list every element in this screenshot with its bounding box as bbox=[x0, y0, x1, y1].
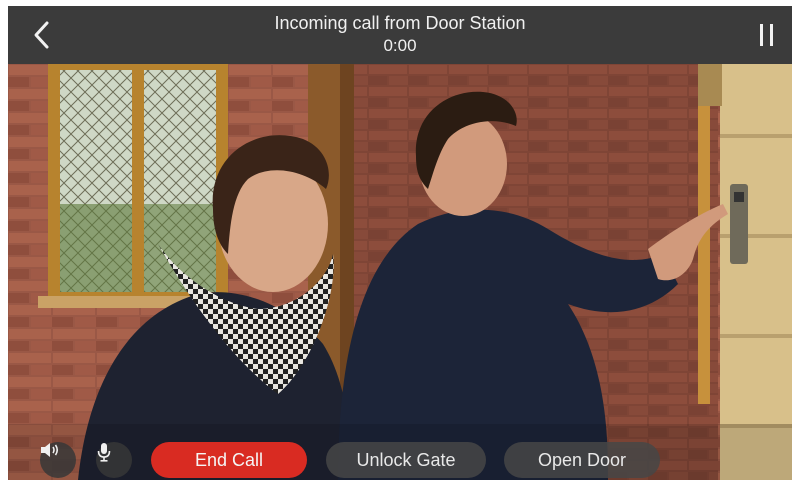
camera-feed-image bbox=[8, 64, 792, 480]
call-screen: Incoming call from Door Station 0:00 End… bbox=[8, 6, 792, 480]
call-title: Incoming call from Door Station bbox=[274, 13, 526, 33]
end-call-button[interactable]: End Call bbox=[151, 442, 307, 478]
pause-icon bbox=[760, 24, 773, 46]
call-timer: 0:00 bbox=[383, 36, 417, 55]
microphone-icon bbox=[97, 443, 111, 462]
unlock-gate-button[interactable]: Unlock Gate bbox=[326, 442, 486, 478]
camera-feed: End Call Unlock Gate Open Door bbox=[8, 64, 792, 480]
speaker-icon bbox=[41, 443, 59, 457]
call-header: Incoming call from Door Station 0:00 bbox=[8, 6, 792, 64]
open-door-button[interactable]: Open Door bbox=[504, 442, 660, 478]
speaker-button[interactable] bbox=[40, 442, 76, 478]
microphone-button[interactable] bbox=[96, 442, 132, 478]
pause-button[interactable] bbox=[752, 18, 782, 52]
